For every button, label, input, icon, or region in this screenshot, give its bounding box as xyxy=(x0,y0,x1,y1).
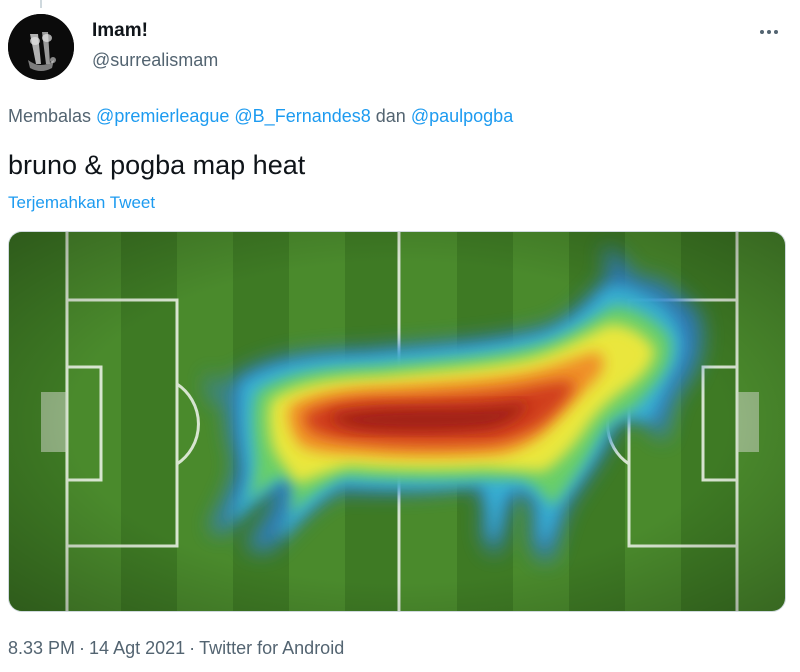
tweet-date[interactable]: 14 Agt 2021 xyxy=(89,638,185,658)
tweet-text: bruno & pogba map heat xyxy=(8,150,306,180)
translate-tweet-link[interactable]: Terjemahkan Tweet xyxy=(8,191,155,215)
more-horizontal-icon[interactable] xyxy=(754,20,784,44)
goat-heatmap-image xyxy=(9,232,785,611)
mention-paulpogba[interactable]: @paulpogba xyxy=(411,106,513,126)
reply-prefix: Membalas xyxy=(8,106,92,126)
thread-connector-line xyxy=(40,0,42,8)
tweet-media-image[interactable] xyxy=(8,231,786,612)
meta-separator-2: · xyxy=(189,638,196,658)
tweet: Imam! @surrealismam Membalas @premierlea… xyxy=(0,0,800,672)
reply-conjunction: dan xyxy=(375,106,406,126)
avatar[interactable] xyxy=(8,14,74,80)
tweet-meta: 8.33 PM · 14 Agt 2021 · Twitter for Android xyxy=(8,636,344,660)
reply-context: Membalas @premierleague @B_Fernandes8 da… xyxy=(8,104,513,128)
author-handle[interactable]: @surrealismam xyxy=(92,48,218,72)
mention-b-fernandes8[interactable]: @B_Fernandes8 xyxy=(234,106,370,126)
mention-premierleague[interactable]: @premierleague xyxy=(96,106,229,126)
author-display-name[interactable]: Imam! xyxy=(92,19,148,43)
tweet-time[interactable]: 8.33 PM xyxy=(8,638,75,658)
tweet-source[interactable]: Twitter for Android xyxy=(199,638,344,658)
meta-separator-1: · xyxy=(79,638,86,658)
